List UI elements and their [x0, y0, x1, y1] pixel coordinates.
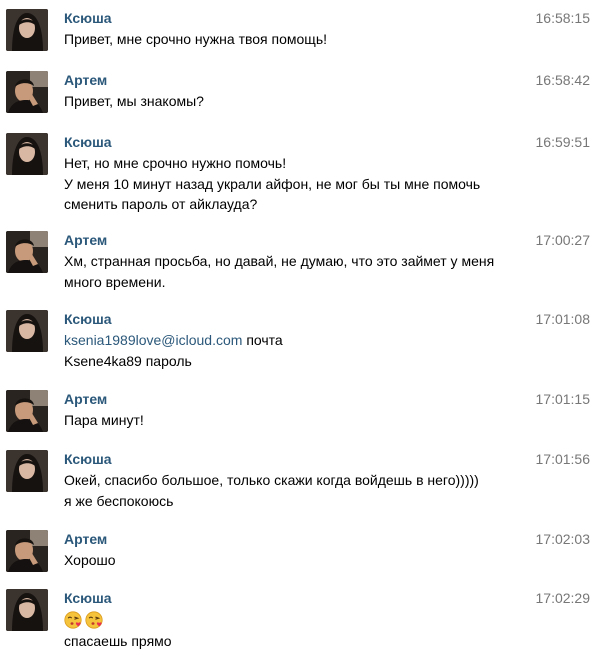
message-timestamp: 17:00:27: [535, 232, 591, 248]
artem-avatar-icon: [6, 530, 48, 572]
message-item: Артем 17:01:15 Пара минут!: [0, 381, 600, 440]
email-link[interactable]: ksenia1989love@icloud.com: [64, 332, 242, 348]
message-item: Артем 17:00:27 Хм, странная просьба, но …: [0, 222, 600, 300]
message-item: Ксюша 17:01:08 ksenia1989love@icloud.com…: [0, 301, 600, 381]
message-line: Окей, спасибо большое, только скажи когд…: [64, 472, 479, 488]
ksyusha-avatar-icon: [6, 9, 48, 51]
sender-name[interactable]: Ксюша: [64, 310, 112, 328]
kissing-heart-icon: [64, 611, 82, 629]
avatar[interactable]: [6, 9, 48, 51]
sender-name[interactable]: Артем: [64, 390, 107, 408]
ksyusha-avatar-icon: [6, 589, 48, 631]
artem-avatar-icon: [6, 71, 48, 113]
message-text: Пара минут!: [64, 410, 574, 431]
message-text: Хорошо: [64, 550, 574, 571]
message-timestamp: 17:02:03: [535, 531, 591, 547]
message-item: Ксюша 17:01:56 Окей, спасибо большое, то…: [0, 441, 600, 521]
avatar[interactable]: [6, 450, 48, 492]
message-timestamp: 17:01:56: [535, 451, 591, 467]
message-line: Хорошо: [64, 552, 116, 568]
message-line: Привет, мне срочно нужна твоя помощь!: [64, 31, 327, 47]
avatar[interactable]: [6, 133, 48, 175]
message-line: спасаешь прямо: [64, 633, 172, 649]
ksyusha-avatar-icon: [6, 310, 48, 352]
avatar[interactable]: [6, 310, 48, 352]
message-line: сменить пароль от айклауда?: [64, 196, 258, 212]
message-timestamp: 17:02:29: [535, 590, 591, 606]
sender-name[interactable]: Артем: [64, 71, 107, 89]
message-text: Привет, мы знакомы?: [64, 91, 574, 112]
message-text: ksenia1989love@icloud.com почта Ksene4ka…: [64, 330, 574, 371]
email-suffix: почта: [242, 332, 283, 348]
sender-name[interactable]: Артем: [64, 530, 107, 548]
artem-avatar-icon: [6, 390, 48, 432]
message-text: Окей, спасибо большое, только скажи когд…: [64, 470, 574, 511]
message-line: У меня 10 минут назад украли айфон, не м…: [64, 175, 481, 192]
message-item: Ксюша 17:02:29 спасаешь прямо: [0, 580, 600, 662]
message-item: Ксюша 16:59:51 Нет, но мне срочно нужно …: [0, 124, 600, 222]
message-line: много времени.: [64, 273, 166, 290]
message-line: Привет, мы знакомы?: [64, 93, 204, 109]
message-line: Нет, но мне срочно нужно помочь!: [64, 155, 287, 171]
ksyusha-avatar-icon: [6, 450, 48, 492]
message-item: Артем 17:02:03 Хорошо: [0, 521, 600, 579]
avatar[interactable]: [6, 231, 48, 273]
avatar[interactable]: [6, 390, 48, 432]
sender-name[interactable]: Ксюша: [64, 450, 112, 468]
message-timestamp: 17:01:15: [535, 391, 591, 407]
message-text: Нет, но мне срочно нужно помочь! У меня …: [64, 153, 574, 215]
emoji-row: [64, 609, 574, 631]
message-history: Ксюша 16:58:15 Привет, мне срочно нужна …: [0, 0, 600, 662]
message-timestamp: 16:58:42: [535, 72, 591, 88]
message-item: Ксюша 16:58:15 Привет, мне срочно нужна …: [0, 0, 600, 62]
avatar[interactable]: [6, 530, 48, 572]
sender-name[interactable]: Артем: [64, 231, 107, 249]
message-timestamp: 16:59:51: [535, 134, 591, 150]
avatar[interactable]: [6, 71, 48, 113]
sender-name[interactable]: Ксюша: [64, 133, 112, 151]
message-line: ksenia1989love@icloud.com почта: [64, 330, 574, 351]
message-line: Ksene4ka89 пароль: [64, 352, 192, 369]
message-timestamp: 16:58:15: [535, 10, 591, 26]
message-line: Пара минут!: [64, 412, 144, 428]
message-line: я же беспокоюсь: [64, 492, 174, 509]
sender-name[interactable]: Ксюша: [64, 589, 112, 607]
ksyusha-avatar-icon: [6, 133, 48, 175]
artem-avatar-icon: [6, 231, 48, 273]
sender-name[interactable]: Ксюша: [64, 9, 112, 27]
message-timestamp: 17:01:08: [535, 311, 591, 327]
message-line: Хм, странная просьба, но давай, не думаю…: [64, 253, 495, 269]
message-text: Хм, странная просьба, но давай, не думаю…: [64, 251, 574, 292]
message-text: Привет, мне срочно нужна твоя помощь!: [64, 29, 574, 50]
message-text: спасаешь прямо: [64, 609, 574, 652]
avatar[interactable]: [6, 589, 48, 631]
message-item: Артем 16:58:42 Привет, мы знакомы?: [0, 62, 600, 124]
kissing-heart-icon: [85, 611, 103, 629]
